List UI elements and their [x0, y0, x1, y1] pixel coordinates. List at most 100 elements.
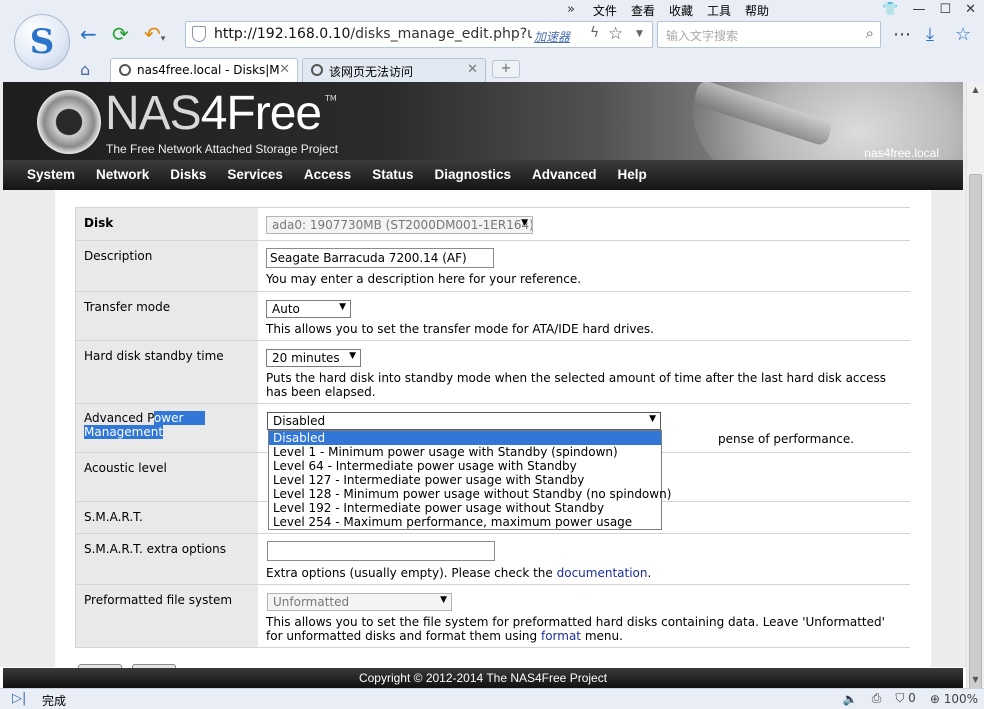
acoustic-label: Acoustic level	[75, 453, 258, 501]
printer-icon[interactable]: ⎙	[872, 691, 882, 706]
transfer-mode-select[interactable]: Auto ▼	[266, 300, 351, 318]
format-link[interactable]: format	[541, 629, 581, 643]
nav-disks[interactable]: Disks	[170, 160, 206, 190]
nav-diagnostics[interactable]: Diagnostics	[434, 160, 511, 190]
nav-network[interactable]: Network	[96, 160, 149, 190]
scroll-up-icon[interactable]: ▲	[967, 82, 984, 98]
preformatted-select[interactable]: Unformatted ▼	[267, 593, 452, 611]
disk-label: Disk	[75, 208, 258, 240]
sidebar-toggle-icon[interactable]: ▷|	[12, 691, 26, 706]
back-arrow-icon[interactable]: ←	[80, 22, 97, 46]
apm-option[interactable]: Level 128 - Minimum power usage without …	[269, 487, 671, 501]
preformatted-label: Preformatted file system	[75, 585, 258, 647]
nav-status[interactable]: Status	[372, 160, 413, 190]
description-input[interactable]: Seagate Barracuda 7200.14 (AF)	[266, 248, 494, 268]
row-preformatted: Preformatted file system Unformatted ▼ Th…	[75, 585, 910, 648]
smart-extra-input[interactable]	[267, 541, 495, 561]
more-icon[interactable]: ⋯	[893, 24, 911, 45]
refresh-icon[interactable]: ⟳	[112, 22, 129, 46]
smart-extra-label: S.M.A.R.T. extra options	[75, 534, 258, 584]
tab-disks[interactable]: nas4free.local - Disks|M ✕	[110, 58, 298, 82]
site-footer: Copyright © 2012-2014 The NAS4Free Proje…	[3, 668, 963, 688]
description-label: Description	[75, 241, 258, 291]
chevron-down-icon: ▼	[339, 302, 346, 312]
status-bar: ▷| 完成 🔈 ⎙ ⛉ 0 ⊕ 100%	[0, 688, 984, 709]
apm-option[interactable]: Level 192 - Intermediate power usage wit…	[269, 501, 661, 515]
nav-services[interactable]: Services	[227, 160, 283, 190]
trademark: TM	[325, 94, 337, 103]
new-tab-button[interactable]: +	[492, 60, 520, 78]
apm-option[interactable]: Level 1 - Minimum power usage with Stand…	[269, 445, 661, 459]
accelerator-link[interactable]: 加速器	[534, 28, 570, 45]
apm-option[interactable]: Disabled	[269, 431, 661, 445]
nav-advanced[interactable]: Advanced	[532, 160, 597, 190]
browser-chrome: S » 文件 查看 收藏 工具 帮助 👕 — ☐ ✕ ← ⟳ ↶▾ http:/…	[0, 0, 984, 82]
apm-dropdown-list: Disabled Level 1 - Minimum power usage w…	[268, 430, 671, 530]
apm-select[interactable]: Disabled ▼	[267, 412, 661, 430]
apm-option[interactable]: Level 64 - Intermediate power usage with…	[269, 459, 661, 473]
search-icon[interactable]: ⌕	[866, 24, 874, 42]
nav-help[interactable]: Help	[618, 160, 647, 190]
close-window-icon[interactable]: ✕	[965, 2, 976, 17]
nav-system[interactable]: System	[27, 160, 75, 190]
menu-help[interactable]: 帮助	[745, 2, 769, 19]
apm-help: pense of performance.	[718, 432, 855, 446]
menu-file[interactable]: 文件	[593, 2, 617, 19]
speaker-icon[interactable]: 🔈	[843, 692, 858, 706]
skin-icon[interactable]: 👕	[882, 2, 898, 17]
lightning-icon[interactable]: ϟ	[590, 25, 599, 41]
menu-tools[interactable]: 工具	[707, 2, 731, 19]
row-description: Description Seagate Barracuda 7200.14 (A…	[75, 241, 910, 292]
site-header: NAS4Free TM The Free Network Attached St…	[3, 82, 963, 160]
transfer-mode-label: Transfer mode	[75, 292, 258, 340]
apm-label: Advanced Power Management	[75, 404, 258, 452]
chevron-down-icon[interactable]: ▼	[636, 29, 643, 39]
row-standby: Hard disk standby time 20 minutes ▼ Puts …	[75, 341, 910, 404]
page-viewport: NAS4Free TM The Free Network Attached St…	[0, 82, 966, 667]
tab-unreachable[interactable]: 该网页无法访问 ✕	[302, 58, 486, 82]
transfer-mode-help: This allows you to set the transfer mode…	[266, 322, 654, 336]
maximize-icon[interactable]: ☐	[939, 2, 951, 17]
search-box[interactable]: 输入文字搜索 ⌕	[657, 21, 881, 48]
download-icon[interactable]: ⤓	[926, 24, 934, 45]
close-tab-icon[interactable]: ✕	[467, 62, 478, 77]
shield-icon	[192, 26, 206, 42]
close-tab-icon[interactable]: ✕	[279, 62, 290, 77]
double-chevron-icon[interactable]: »	[567, 2, 575, 19]
documentation-link[interactable]: documentation	[557, 566, 648, 580]
form-content: Disk ada0: 1907730MB (ST2000DM001-1ER164…	[55, 190, 931, 667]
zoom-control[interactable]: ⊕ 100%	[930, 692, 978, 706]
hostname: nas4free.local	[864, 146, 939, 160]
address-bar[interactable]: http://192.168.0.10/disks_manage_edit.ph…	[185, 21, 653, 48]
standby-select[interactable]: 20 minutes ▼	[266, 349, 361, 367]
smart-extra-help: Extra options (usually empty). Please ch…	[266, 566, 652, 580]
minimize-icon[interactable]: —	[912, 2, 925, 17]
chevron-down-icon: ▼	[521, 218, 528, 228]
brand-name: NAS4Free	[105, 87, 322, 140]
nas4free-logo-icon	[37, 90, 101, 154]
apm-option[interactable]: Level 254 - Maximum performance, maximum…	[269, 515, 661, 529]
scroll-thumb[interactable]	[969, 174, 982, 709]
browser-menu: » 文件 查看 收藏 工具 帮助	[567, 2, 769, 19]
menu-view[interactable]: 查看	[631, 2, 655, 19]
menu-favorites[interactable]: 收藏	[669, 2, 693, 19]
url-text[interactable]: http://192.168.0.10/disks_manage_edit.ph…	[214, 26, 532, 42]
star-icon[interactable]: ☆	[608, 24, 623, 44]
shield-status-icon[interactable]: ⛉ 0	[895, 691, 915, 706]
apm-option[interactable]: Level 127 - Intermediate power usage wit…	[269, 473, 661, 487]
row-transfer-mode: Transfer mode Auto ▼ This allows you to s…	[75, 292, 910, 341]
disk-select[interactable]: ada0: 1907730MB (ST2000DM001-1ER164) ▼	[266, 216, 533, 234]
chevron-down-icon: ▼	[440, 595, 447, 605]
search-input[interactable]: 输入文字搜索	[666, 27, 738, 44]
vertical-scrollbar[interactable]: ▲ ▼	[966, 82, 984, 709]
home-icon[interactable]: ⌂	[80, 60, 90, 79]
brand-tagline: The Free Network Attached Storage Projec…	[106, 142, 339, 156]
undo-close-tab-icon[interactable]: ↶▾	[144, 22, 165, 51]
description-help: You may enter a description here for you…	[266, 272, 582, 286]
scroll-down-icon[interactable]: ▼	[967, 672, 984, 688]
page-icon	[311, 64, 323, 76]
row-smart-extra: S.M.A.R.T. extra options Extra options (…	[75, 534, 910, 585]
nav-access[interactable]: Access	[304, 160, 351, 190]
favorites-star-icon[interactable]: ☆	[955, 24, 971, 45]
browser-logo: S	[14, 14, 70, 70]
